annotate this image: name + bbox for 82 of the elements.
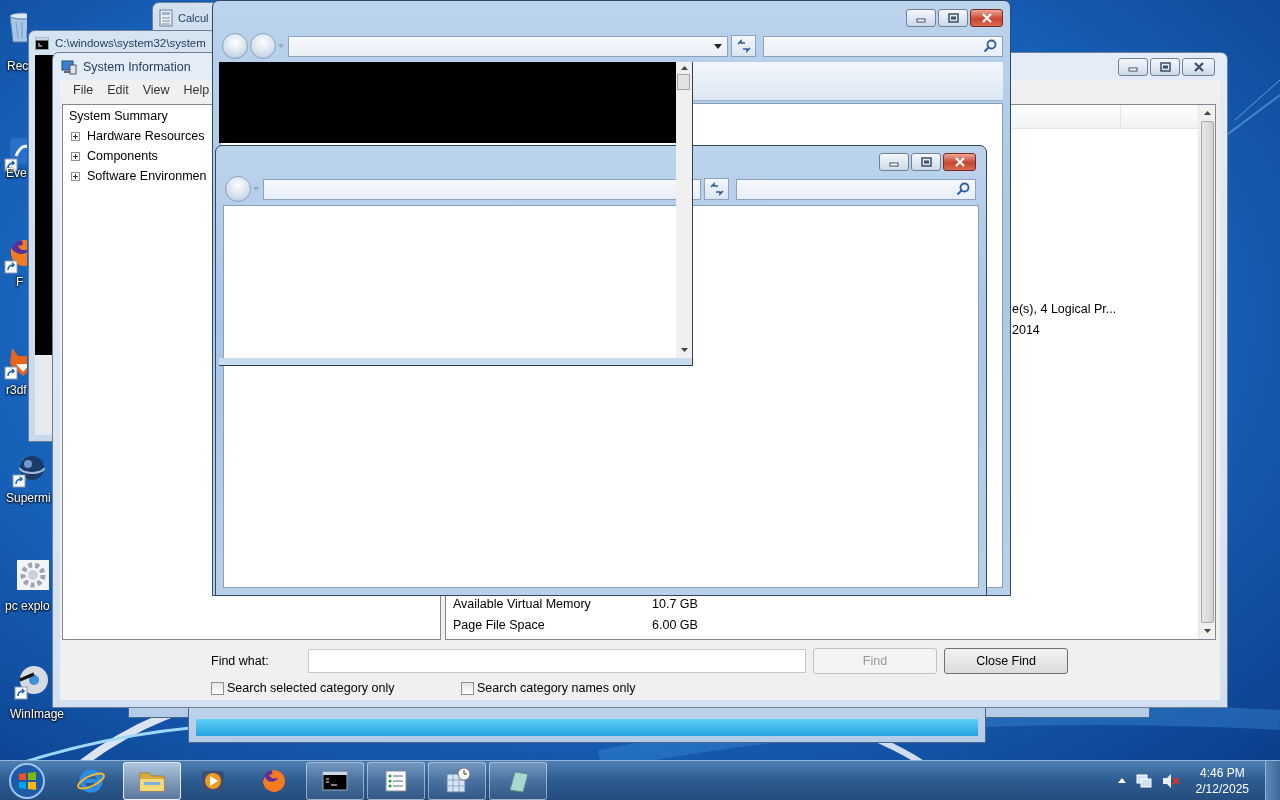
menu-item[interactable]: View	[135, 83, 177, 97]
search-field[interactable]	[736, 178, 976, 200]
tree-item[interactable]: Software Environmen	[87, 169, 207, 183]
taskbar-button[interactable]	[428, 761, 486, 800]
plus-box-icon[interactable]	[71, 171, 80, 181]
desktop-icon-label: WinImage	[10, 707, 65, 721]
menu-item[interactable]: Edit	[100, 83, 136, 97]
taskbar-button[interactable]	[367, 761, 425, 800]
minimize-button[interactable]	[906, 9, 936, 27]
table-cell-text: e(s), 4 Logical Pr...	[1012, 301, 1118, 318]
maximize-icon	[1158, 61, 1172, 72]
table-cell-text: 2014	[1012, 322, 1041, 339]
menu-item[interactable]: Help	[176, 83, 217, 97]
search-field[interactable]	[763, 35, 1003, 57]
table-cell-text: Page File Space	[453, 617, 546, 634]
window-title: System Information	[83, 59, 191, 74]
refresh-button[interactable]	[731, 35, 756, 57]
scrollbar-thumb[interactable]	[677, 74, 690, 90]
show-desktop-button[interactable]	[1265, 760, 1280, 800]
chevron-up-icon[interactable]	[1117, 778, 1126, 783]
computer-icon	[61, 58, 77, 75]
field-label: Find what:	[211, 654, 270, 668]
tree-item[interactable]: Components	[87, 149, 158, 163]
address-field[interactable]	[263, 178, 701, 200]
scrollbar[interactable]	[676, 62, 692, 358]
scroll-up-icon[interactable]	[680, 66, 688, 70]
close-button[interactable]	[970, 9, 1003, 27]
disc-icon[interactable]	[14, 664, 50, 700]
checkbox-label[interactable]: Search selected category only	[227, 681, 395, 695]
search-icon	[956, 182, 970, 196]
checkbox[interactable]	[211, 681, 224, 695]
caret-icon[interactable]	[714, 43, 722, 49]
desktop-icon-label: Eve	[6, 166, 27, 180]
refresh-icon	[735, 39, 752, 53]
desktop-icon-label: pc explo	[5, 599, 50, 613]
clock-time[interactable]: 4:46 PM	[1199, 764, 1245, 781]
desktop-icon-label: Rec	[7, 59, 29, 73]
search-icon	[983, 39, 997, 53]
minimize-button[interactable]	[879, 153, 909, 171]
window-title: Calcul	[178, 12, 209, 24]
plus-box-icon[interactable]	[71, 131, 80, 141]
scrollbar-thumb[interactable]	[1200, 121, 1214, 623]
table-cell-text: 6.00 GB	[652, 617, 698, 634]
taskbar-button[interactable]	[306, 761, 364, 800]
tree-item[interactable]: System Summary	[69, 109, 168, 123]
terminal-icon	[35, 36, 49, 50]
checkbox[interactable]	[461, 681, 474, 695]
close-icon	[979, 13, 994, 23]
desktop-icon-label: F	[16, 275, 24, 289]
close-icon	[1191, 61, 1206, 72]
find-field[interactable]	[308, 649, 806, 673]
menu-item[interactable]: File	[66, 83, 101, 97]
scroll-down-icon[interactable]	[1203, 629, 1211, 633]
minimize-button[interactable]	[1118, 57, 1148, 76]
maximize-icon	[919, 157, 933, 167]
desktop-icon-label: Supermi	[6, 491, 51, 505]
volume-muted-icon[interactable]	[1161, 772, 1180, 789]
scroll-down-icon[interactable]	[680, 348, 688, 352]
scrollbar[interactable]	[1198, 105, 1215, 639]
scroll-up-icon[interactable]	[1203, 111, 1211, 115]
network-icon[interactable]	[1135, 772, 1152, 789]
maximize-button[interactable]	[911, 153, 941, 171]
maximize-icon	[946, 13, 960, 23]
desktop-icon-label: r3df	[6, 383, 27, 397]
address-field[interactable]	[288, 35, 728, 57]
close-find-button[interactable]: Close Find	[944, 648, 1068, 674]
tree-item[interactable]: Hardware Resources	[87, 129, 205, 143]
table-cell-text: 10.7 GB	[652, 596, 698, 613]
refresh-button[interactable]	[704, 178, 729, 200]
plus-box-icon[interactable]	[71, 151, 80, 161]
close-button[interactable]	[1182, 57, 1215, 76]
start-icon	[8, 761, 46, 800]
close-button[interactable]	[943, 153, 976, 171]
refresh-icon	[708, 182, 725, 196]
close-icon	[952, 157, 967, 167]
window-title: C:\windows\system32\system	[55, 37, 206, 49]
maximize-button[interactable]	[938, 9, 968, 27]
clock-date[interactable]: 2/12/2025	[1195, 780, 1249, 797]
table-cell-text: Available Virtual Memory	[453, 596, 592, 613]
checkbox-label[interactable]: Search category names only	[477, 681, 636, 695]
calculator-icon	[158, 9, 174, 27]
maximize-button[interactable]	[1150, 57, 1180, 76]
